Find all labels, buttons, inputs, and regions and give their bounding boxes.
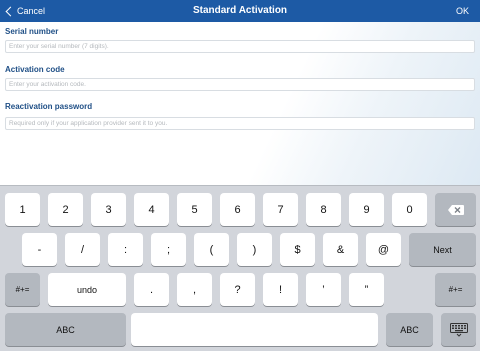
key-period[interactable]: . [134,273,169,306]
activation-code-label: Activation code [5,65,65,74]
key-9[interactable]: 9 [349,193,384,226]
serial-number-label: Serial number [5,27,59,36]
cancel-label: Cancel [17,6,46,16]
key-5[interactable]: 5 [177,193,212,226]
ok-button[interactable]: OK [456,0,469,22]
keyboard-hide-icon [449,322,468,337]
page-title: Standard Activation [192,5,288,16]
key-6[interactable]: 6 [220,193,255,226]
reactivation-password-input[interactable] [5,117,475,130]
on-screen-keyboard: 1 2 3 4 5 6 7 8 9 0 - / : ; ( ) $ & @ Ne… [0,185,480,351]
symbols-key-left[interactable]: #+= [5,273,40,306]
next-key[interactable]: Next [409,233,476,266]
key-8[interactable]: 8 [306,193,341,226]
key-hyphen[interactable]: - [22,233,57,266]
cancel-button[interactable]: Cancel [4,0,45,22]
key-slash[interactable]: / [65,233,100,266]
undo-key[interactable]: undo [48,273,126,306]
key-exclamation[interactable]: ! [263,273,298,306]
key-comma[interactable]: , [177,273,212,306]
key-quote[interactable]: ” [349,273,384,306]
key-3[interactable]: 3 [91,193,126,226]
backspace-icon [447,204,464,215]
key-apostrophe[interactable]: ’ [306,273,341,306]
key-4[interactable]: 4 [134,193,169,226]
navigation-bar: Cancel Standard Activation OK [0,0,480,22]
chevron-left-icon [5,6,16,16]
key-colon[interactable]: : [108,233,143,266]
key-ampersand[interactable]: & [323,233,358,266]
key-close-paren[interactable]: ) [237,233,272,266]
abc-key-right[interactable]: ABC [386,313,433,346]
activation-code-input[interactable] [5,78,475,91]
key-dollar[interactable]: $ [280,233,315,266]
key-0[interactable]: 0 [392,193,427,226]
activation-form: Serial number Activation code Reactivati… [0,22,480,185]
backspace-key[interactable] [435,193,476,226]
key-semicolon[interactable]: ; [151,233,186,266]
space-key[interactable] [131,313,378,346]
key-open-paren[interactable]: ( [194,233,229,266]
key-2[interactable]: 2 [48,193,83,226]
key-7[interactable]: 7 [263,193,298,226]
key-1[interactable]: 1 [5,193,40,226]
hide-keyboard-key[interactable] [441,313,476,346]
symbols-key-right[interactable]: #+= [435,273,476,306]
key-question[interactable]: ? [220,273,255,306]
abc-key-left[interactable]: ABC [5,313,126,346]
reactivation-password-label: Reactivation password [5,102,93,111]
serial-number-input[interactable] [5,40,475,53]
key-at[interactable]: @ [366,233,401,266]
